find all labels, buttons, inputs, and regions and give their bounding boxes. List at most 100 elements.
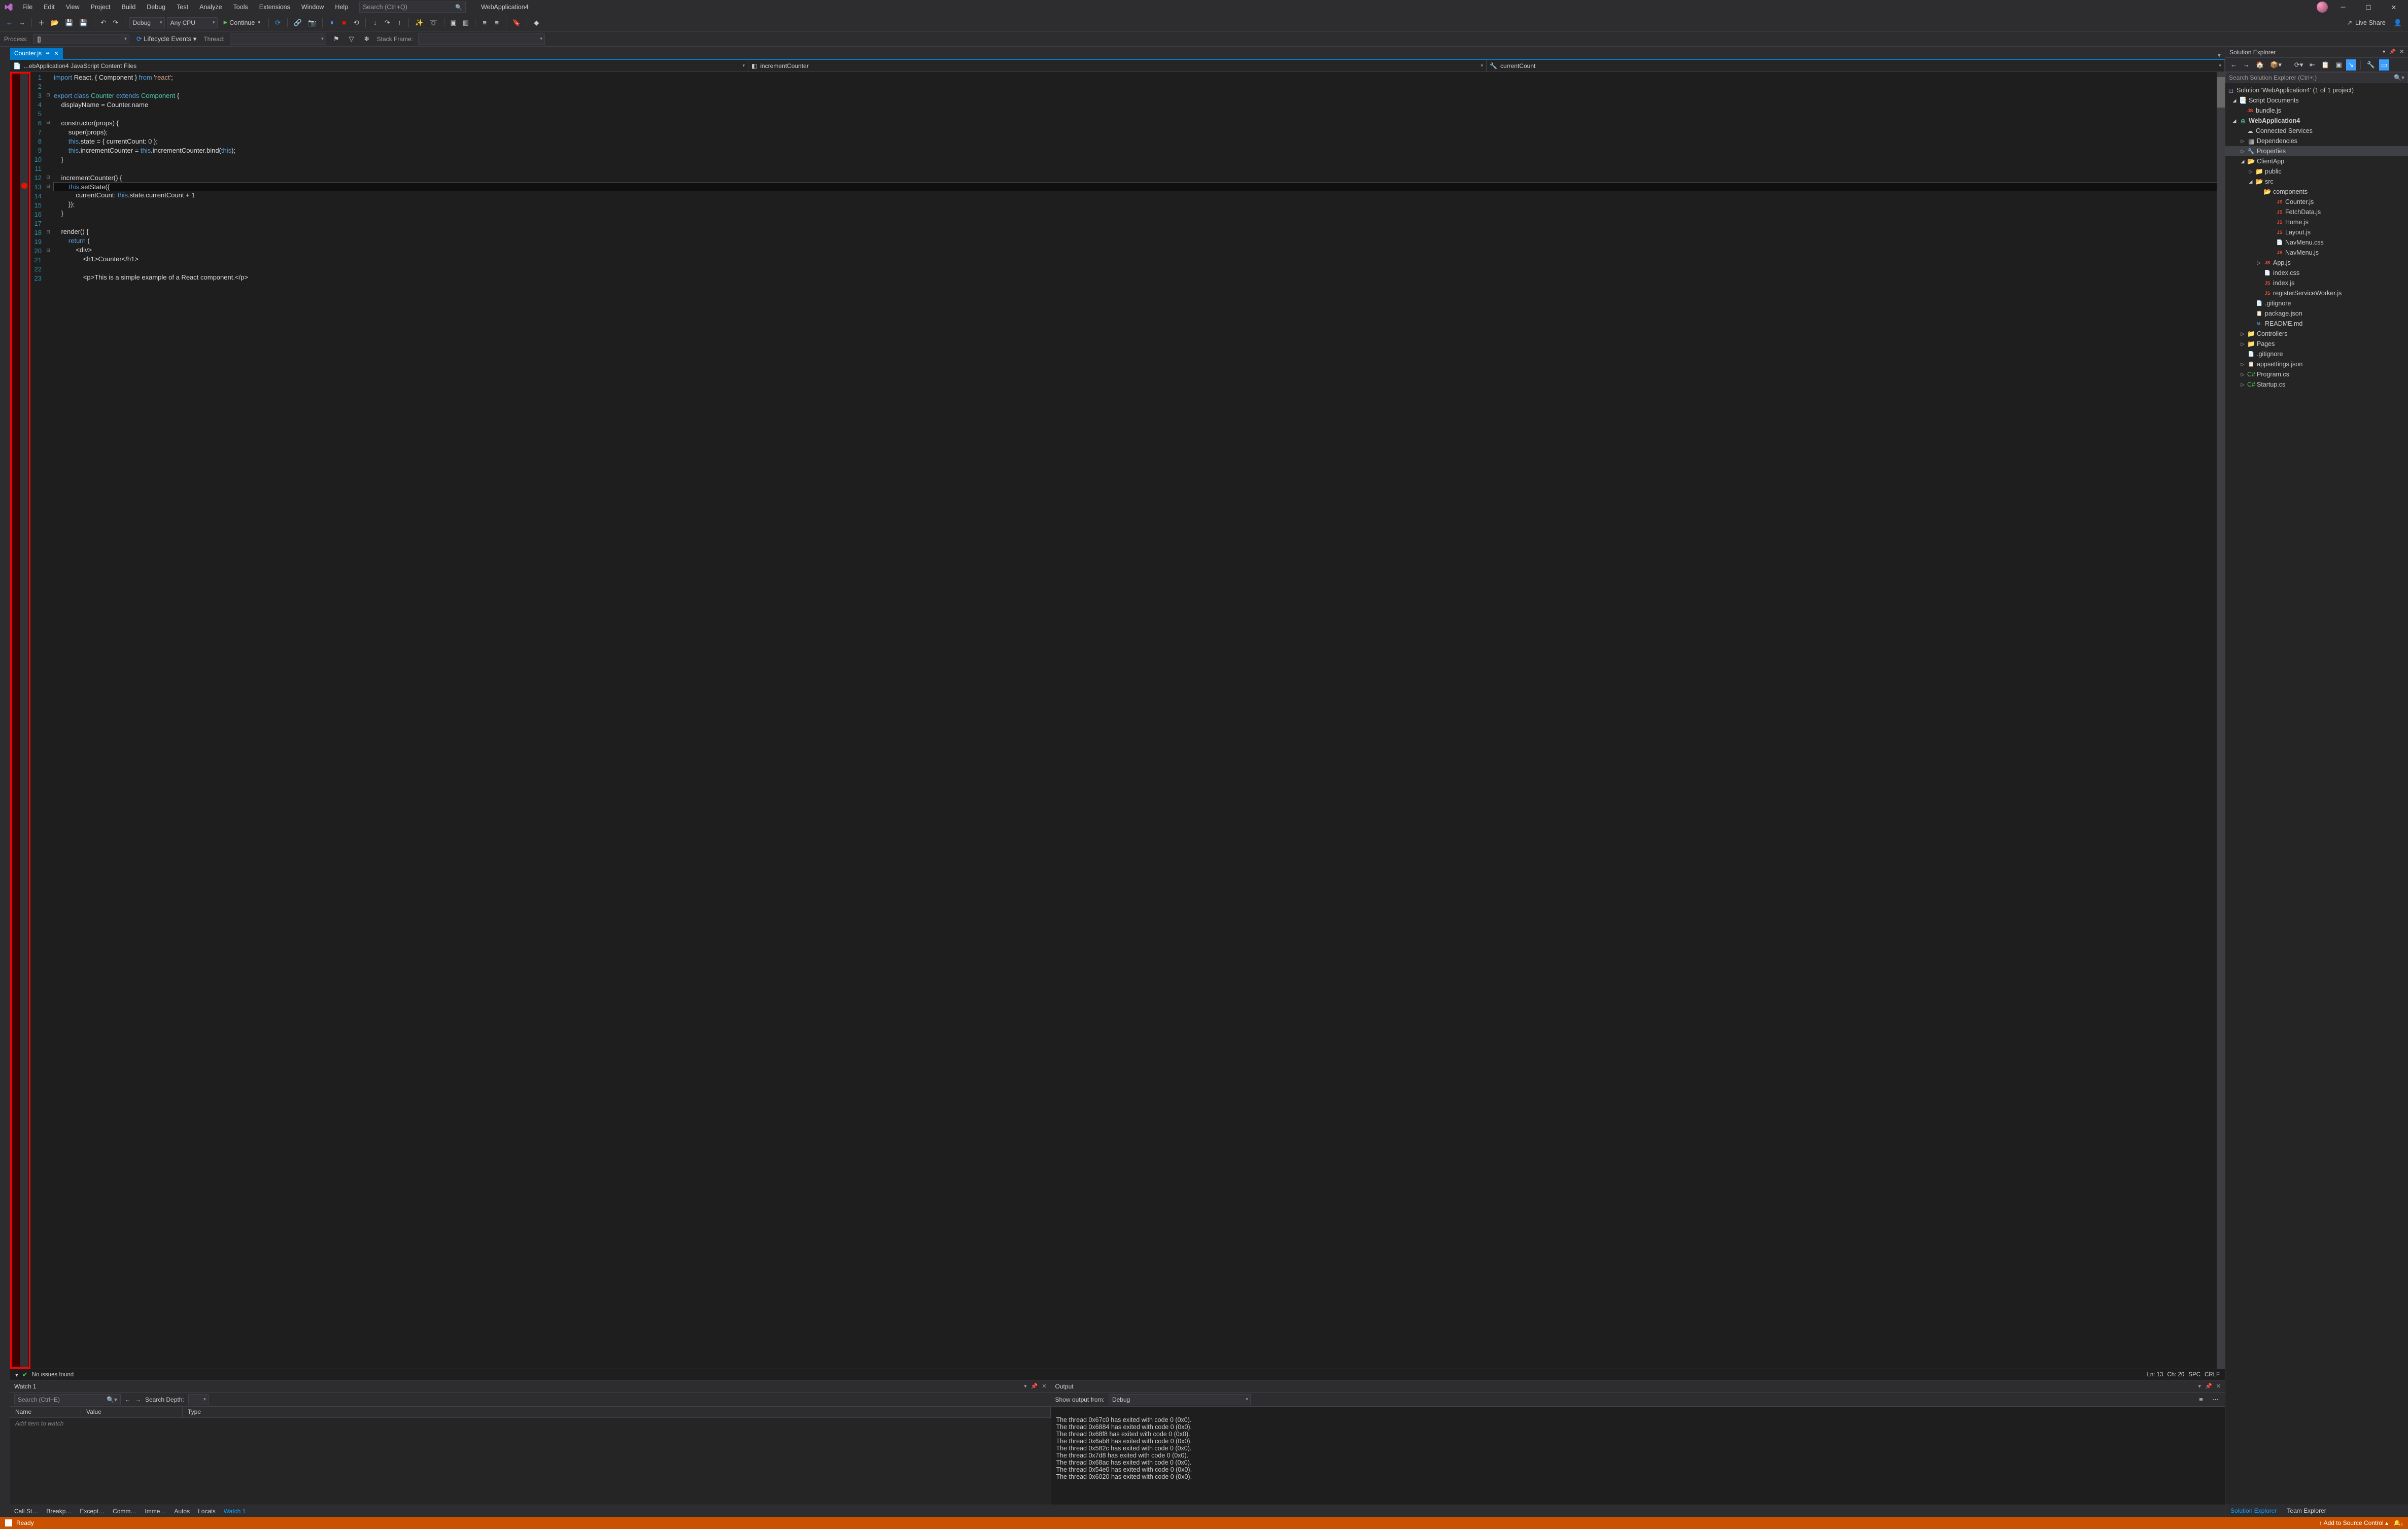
close-icon[interactable]: ✕ (2400, 49, 2404, 55)
menu-test[interactable]: Test (171, 2, 193, 13)
tree-home[interactable]: JSHome.js (2225, 217, 2408, 227)
collapse-icon[interactable]: ⇤ (2307, 59, 2317, 71)
tab-callstack[interactable]: Call St… (10, 1506, 42, 1517)
menu-help[interactable]: Help (330, 2, 353, 13)
menu-edit[interactable]: Edit (39, 2, 60, 13)
tool-icon[interactable]: ➰ (427, 17, 439, 28)
redo-icon[interactable]: ↷ (111, 17, 121, 28)
code-editor[interactable]: 1234567891011121314151617181920212223 ⊟⊟… (10, 72, 2225, 1369)
nav-fwd-icon[interactable]: → (17, 17, 27, 28)
nav-scope-combo[interactable]: 📄...ebApplication4 JavaScript Content Fi… (10, 60, 748, 72)
tree-indexcss[interactable]: 📄index.css (2225, 268, 2408, 278)
global-search-input[interactable]: Search (Ctrl+Q) 🔍 (359, 2, 466, 13)
tree-counter[interactable]: JSCounter.js (2225, 197, 2408, 207)
tree-appsettings[interactable]: ▷📋appsettings.json (2225, 359, 2408, 369)
watch-search-input[interactable]: Search (Ctrl+E)🔍▾ (14, 1394, 121, 1405)
properties-icon[interactable]: 🔧 (2365, 59, 2377, 71)
thread-filter-icon[interactable]: ▽ (347, 33, 357, 45)
live-share-button[interactable]: ↗ Live Share (2343, 19, 2390, 26)
output-text[interactable]: The thread 0x67c0 has exited with code 0… (1051, 1407, 2225, 1505)
config-combo[interactable]: Debug (129, 17, 165, 28)
menu-tools[interactable]: Tools (228, 2, 253, 13)
dropdown-icon[interactable]: ▾ (1024, 1383, 1027, 1389)
left-tool-rail[interactable] (0, 47, 10, 1517)
pin-icon[interactable]: 📌 (2389, 49, 2395, 55)
tab-locals[interactable]: Locals (194, 1506, 220, 1517)
fold-gutter[interactable]: ⊟⊟⊟⊟⊟⊟ (45, 72, 52, 1369)
col-name[interactable]: Name (10, 1407, 81, 1417)
nav-back-icon[interactable]: ← (4, 17, 15, 28)
col-value[interactable]: Value (81, 1407, 183, 1417)
thread-freeze-icon[interactable]: ❄ (362, 33, 372, 45)
solution-tree[interactable]: ⊡Solution 'WebApplication4' (1 of 1 proj… (2225, 83, 2408, 1505)
menu-window[interactable]: Window (296, 2, 329, 13)
nav-fwd-icon[interactable]: → (135, 1396, 141, 1403)
tab-breakpoints[interactable]: Breakp… (42, 1506, 76, 1517)
col-type[interactable]: Type (183, 1407, 1051, 1417)
output-from-combo[interactable]: Debug (1109, 1394, 1251, 1405)
tree-fetchdata[interactable]: JSFetchData.js (2225, 207, 2408, 217)
tree-public[interactable]: ▷📁public (2225, 166, 2408, 177)
step-over-icon[interactable]: ↷ (382, 17, 392, 28)
process-combo[interactable]: [] (33, 34, 129, 44)
menu-analyze[interactable]: Analyze (194, 2, 227, 13)
platform-combo[interactable]: Any CPU (167, 17, 218, 28)
restart-icon[interactable]: ⟲ (351, 17, 361, 28)
dropdown-icon[interactable]: ▾ (2383, 49, 2385, 55)
pause-icon[interactable]: ⏸ (327, 17, 337, 28)
tab-command[interactable]: Comm… (109, 1506, 141, 1517)
dropdown-icon[interactable]: ▾ (2198, 1383, 2201, 1389)
stack-combo[interactable] (418, 33, 545, 45)
tree-program[interactable]: ▷C#Program.cs (2225, 369, 2408, 379)
breakpoint-gutter[interactable] (20, 72, 28, 1369)
menu-project[interactable]: Project (86, 2, 116, 13)
open-file-icon[interactable]: 📂 (49, 17, 61, 28)
tab-solution-explorer[interactable]: Solution Explorer (2225, 1505, 2282, 1517)
close-icon[interactable]: ✕ (1042, 1383, 1046, 1389)
window-icon[interactable]: ▥ (461, 17, 471, 28)
tab-watch1[interactable]: Watch 1 (220, 1506, 250, 1517)
save-all-icon[interactable]: 💾 (77, 17, 89, 28)
scope-icon[interactable]: ↘ (2346, 59, 2356, 71)
close-icon[interactable]: ✕ (2216, 1383, 2221, 1389)
tab-exceptions[interactable]: Except… (76, 1506, 109, 1517)
tree-components[interactable]: 📂components (2225, 187, 2408, 197)
source-control-button[interactable]: ↑ Add to Source Control ▴ (2319, 1519, 2388, 1526)
tree-appjs[interactable]: ▷JSApp.js (2225, 258, 2408, 268)
back-icon[interactable]: ← (2228, 59, 2239, 71)
tree-readme[interactable]: M↓README.md (2225, 319, 2408, 329)
menu-view[interactable]: View (61, 2, 85, 13)
solution-search-input[interactable]: Search Solution Explorer (Ctrl+;)🔍▾ (2225, 72, 2408, 83)
vertical-scrollbar[interactable] (2217, 72, 2225, 1369)
sync-icon[interactable]: 📦▾ (2268, 59, 2284, 71)
thread-combo[interactable] (230, 33, 326, 45)
ws-label[interactable]: SPC (2188, 1372, 2200, 1378)
menu-debug[interactable]: Debug (142, 2, 170, 13)
pin-icon[interactable]: 📌 (1031, 1383, 1038, 1389)
intellicode-icon[interactable]: ◆ (531, 17, 541, 28)
home-icon[interactable]: 🏠 (2254, 59, 2266, 71)
nav-prev-icon[interactable]: ▾ (15, 1371, 18, 1378)
menu-file[interactable]: File (17, 2, 38, 13)
tree-pages[interactable]: ▷📁Pages (2225, 339, 2408, 349)
tree-startup[interactable]: ▷C#Startup.cs (2225, 379, 2408, 390)
depth-combo[interactable] (188, 1394, 209, 1405)
view-icon[interactable]: ▣ (2334, 59, 2344, 71)
tab-immediate[interactable]: Imme… (141, 1506, 170, 1517)
tree-connected[interactable]: ☁Connected Services (2225, 126, 2408, 136)
tab-team-explorer[interactable]: Team Explorer (2282, 1505, 2331, 1517)
avatar[interactable] (2317, 2, 2328, 13)
pin-icon[interactable]: 📌 (2205, 1383, 2212, 1389)
menu-extensions[interactable]: Extensions (254, 2, 295, 13)
close-tab-icon[interactable]: ✕ (54, 50, 58, 57)
tool-icon[interactable]: ✨ (413, 17, 425, 28)
preview-icon[interactable]: ▭ (2379, 59, 2389, 71)
tree-gitignore[interactable]: 📄.gitignore (2225, 298, 2408, 308)
nav-member-combo[interactable]: ◧incrementCounter▾ (748, 60, 1487, 72)
pin-icon[interactable]: ⬌ (46, 51, 50, 56)
wordwrap-icon[interactable]: ⋯ (2210, 1394, 2221, 1405)
nav-back-icon[interactable]: ← (125, 1396, 131, 1403)
tree-navmenucss[interactable]: 📄NavMenu.css (2225, 237, 2408, 248)
menu-build[interactable]: Build (116, 2, 141, 13)
close-button[interactable]: ✕ (2384, 0, 2404, 14)
